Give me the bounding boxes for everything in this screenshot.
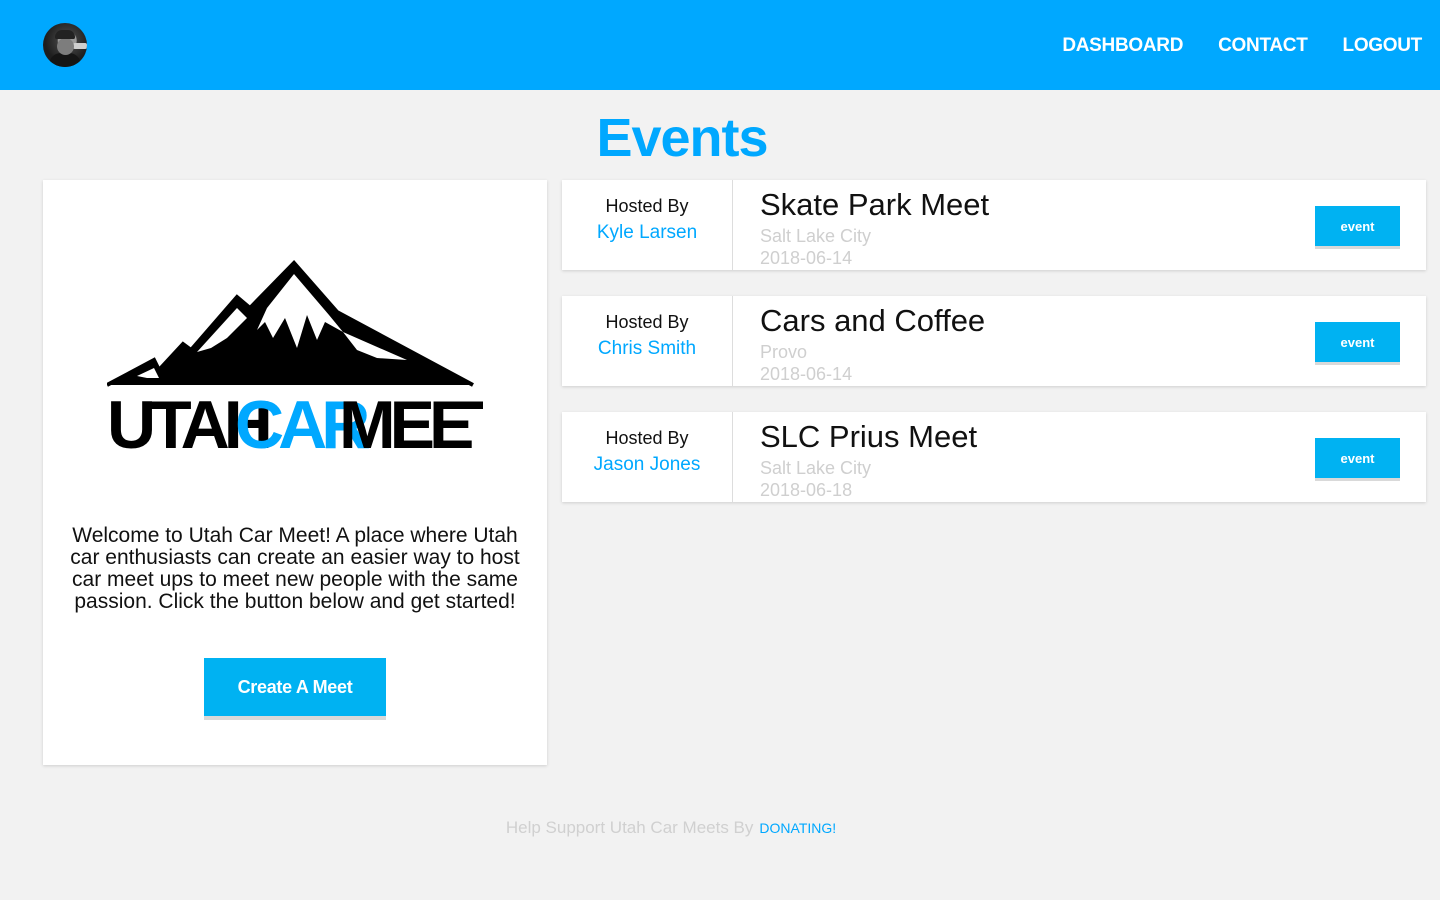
event-title: Skate Park Meet <box>760 187 990 222</box>
nav-dashboard-link[interactable]: DASHBOARD <box>1062 34 1183 58</box>
event-host: Hosted By Kyle Larsen <box>562 180 733 270</box>
logo-word-meet: MEET <box>339 387 483 463</box>
event-city: Salt Lake City <box>760 458 872 478</box>
utah-car-meet-logo: UTAH CAR MEET <box>107 260 483 463</box>
main-nav: DASHBOARD CONTACT LOGOUT <box>1062 34 1422 58</box>
page-title: Events <box>596 108 768 168</box>
donate-link[interactable]: DONATING! <box>759 820 836 836</box>
event-title: SLC Prius Meet <box>760 419 978 454</box>
event-host: Hosted By Chris Smith <box>562 296 733 386</box>
hosted-by-label: Hosted By <box>605 428 689 448</box>
host-name-link[interactable]: Jason Jones <box>562 454 732 476</box>
event-card: Hosted By Chris Smith Cars and Coffee Pr… <box>562 296 1426 386</box>
nav-logout-link[interactable]: LOGOUT <box>1343 34 1423 58</box>
welcome-text: Welcome to Utah Car Meet! A place where … <box>70 524 520 613</box>
event-city: Salt Lake City <box>760 226 872 246</box>
host-name-link[interactable]: Kyle Larsen <box>562 222 732 244</box>
user-avatar-icon[interactable] <box>43 23 87 67</box>
event-list: Hosted By Kyle Larsen Skate Park Meet Sa… <box>562 180 1426 528</box>
footer-text: Help Support Utah Car Meets By <box>505 818 754 837</box>
top-navbar: DASHBOARD CONTACT LOGOUT <box>0 0 1440 90</box>
welcome-card: UTAH CAR MEET Welcome to Utah Car Meet! … <box>43 180 547 765</box>
event-button[interactable]: event <box>1315 322 1400 362</box>
event-date: 2018-06-14 <box>760 364 853 384</box>
mountain-icon <box>107 260 474 387</box>
event-host: Hosted By Jason Jones <box>562 412 733 502</box>
host-name-link[interactable]: Chris Smith <box>562 338 732 360</box>
event-card: Hosted By Kyle Larsen Skate Park Meet Sa… <box>562 180 1426 270</box>
create-meet-button[interactable]: Create A Meet <box>204 658 386 716</box>
event-city: Provo <box>760 342 808 362</box>
event-button[interactable]: event <box>1315 438 1400 478</box>
hosted-by-label: Hosted By <box>605 196 689 216</box>
footer: Help Support Utah Car Meets By DONATING! <box>0 818 1342 838</box>
event-card: Hosted By Jason Jones SLC Prius Meet Sal… <box>562 412 1426 502</box>
event-date: 2018-06-18 <box>760 480 853 500</box>
nav-contact-link[interactable]: CONTACT <box>1218 34 1308 58</box>
event-title: Cars and Coffee <box>760 303 986 338</box>
event-button[interactable]: event <box>1315 206 1400 246</box>
event-date: 2018-06-14 <box>760 248 853 268</box>
hosted-by-label: Hosted By <box>605 312 689 332</box>
